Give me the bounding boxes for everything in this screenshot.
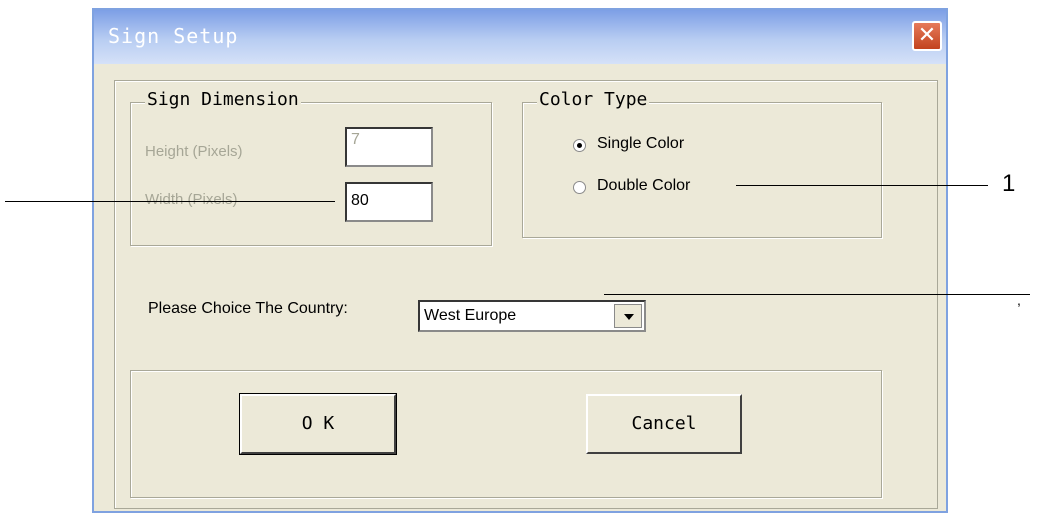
double-color-radio[interactable]: [573, 181, 586, 194]
height-label: Height (Pixels): [145, 143, 243, 160]
single-color-radio[interactable]: [573, 139, 586, 152]
double-color-label[interactable]: Double Color: [597, 177, 690, 195]
title-bar[interactable]: Sign Setup ✕: [94, 10, 946, 64]
radio-selected-dot: [577, 143, 582, 148]
color-type-group: Color Type Single Color Double Color: [522, 89, 882, 238]
window-title: Sign Setup: [108, 24, 239, 48]
dialog-body: Sign Dimension Height (Pixels) 7 Width (…: [100, 64, 940, 509]
cancel-button[interactable]: Cancel: [586, 394, 742, 454]
callout-label-1: 1: [1002, 170, 1016, 197]
callout-label-2: ,: [1017, 292, 1021, 308]
country-select-value: West Europe: [424, 307, 517, 324]
ok-button[interactable]: O K: [239, 393, 397, 455]
sign-dimension-legend: Sign Dimension: [145, 89, 301, 110]
width-field[interactable]: 80: [345, 182, 433, 222]
chevron-down-icon[interactable]: [614, 304, 642, 328]
height-field[interactable]: 7: [345, 127, 433, 167]
sign-setup-dialog: Sign Setup ✕ Sign Dimension Height (Pixe…: [92, 8, 948, 513]
callout-line-width: [5, 201, 335, 202]
sign-dimension-group: Sign Dimension Height (Pixels) 7 Width (…: [130, 89, 492, 246]
callout-line-color: [736, 185, 988, 186]
country-label: Please Choice The Country:: [148, 300, 348, 317]
color-type-legend: Color Type: [537, 89, 650, 110]
country-select[interactable]: West Europe: [418, 300, 646, 332]
single-color-label[interactable]: Single Color: [597, 135, 684, 153]
width-label: Width (Pixels): [145, 191, 238, 208]
close-icon[interactable]: ✕: [912, 21, 942, 51]
callout-line-country: [604, 294, 1030, 295]
